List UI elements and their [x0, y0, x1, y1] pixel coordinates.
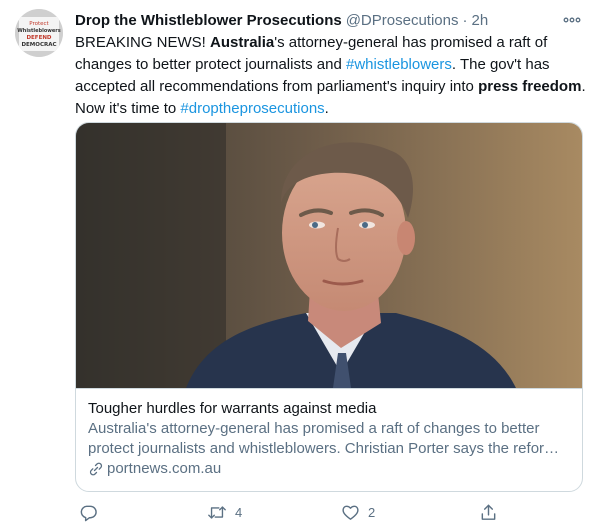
share-icon: [479, 503, 498, 522]
retweet-count: 4: [235, 504, 243, 520]
retweet-button[interactable]: 4: [207, 503, 242, 522]
more-icon[interactable]: [561, 10, 583, 30]
avatar-text-2: Whistleblowers: [17, 28, 60, 34]
tweet-header: Drop the Whistleblower Prosecutions @DPr…: [75, 10, 583, 32]
card-title: Tougher hurdles for warrants against med…: [88, 400, 377, 417]
card-image[interactable]: [76, 123, 582, 388]
author-name[interactable]: Drop the Whistleblower Prosecutions: [75, 11, 342, 31]
tweet-text-segment: .: [324, 100, 329, 117]
reply-icon: [79, 503, 98, 522]
separator: ·: [462, 12, 468, 29]
tweet-text-bold: Australia: [210, 34, 275, 51]
action-bar: 4 2: [75, 500, 515, 524]
hashtag-whistleblowers[interactable]: #whistleblowers: [346, 56, 452, 73]
like-count: 2: [368, 504, 376, 520]
avatar-text-3: DEFEND: [26, 35, 51, 41]
tweet-text-bold: press freedom: [478, 78, 582, 95]
card-description: Australia's attorney-general has promise…: [88, 420, 565, 457]
share-button[interactable]: [479, 503, 498, 522]
retweet-icon: [207, 503, 227, 522]
card-domain-row: portnews.com.au: [88, 459, 570, 479]
card-domain: portnews.com.au: [107, 460, 222, 477]
like-icon: [341, 503, 360, 522]
author-handle[interactable]: @DProsecutions: [346, 11, 459, 31]
tweet-text: BREAKING NEWS! Australia's attorney-gene…: [75, 32, 590, 120]
avatar-text-1: Protect: [29, 21, 49, 27]
like-button[interactable]: 2: [341, 503, 375, 522]
link-icon: [88, 461, 104, 477]
link-card[interactable]: Tougher hurdles for warrants against med…: [75, 122, 583, 492]
avatar-text-4: DEMOCRAC: [21, 42, 56, 48]
avatar[interactable]: Protect Whistleblowers DEFEND DEMOCRAC: [15, 9, 63, 57]
timestamp[interactable]: 2h: [471, 11, 488, 31]
tweet-text-segment: BREAKING NEWS!: [75, 34, 211, 51]
card-body[interactable]: Tougher hurdles for warrants against med…: [76, 388, 582, 491]
reply-button[interactable]: [79, 503, 106, 522]
hashtag-droptheprosecutions[interactable]: #droptheprosecutions: [180, 100, 324, 117]
tweet[interactable]: Protect Whistleblowers DEFEND DEMOCRAC D…: [0, 0, 598, 531]
